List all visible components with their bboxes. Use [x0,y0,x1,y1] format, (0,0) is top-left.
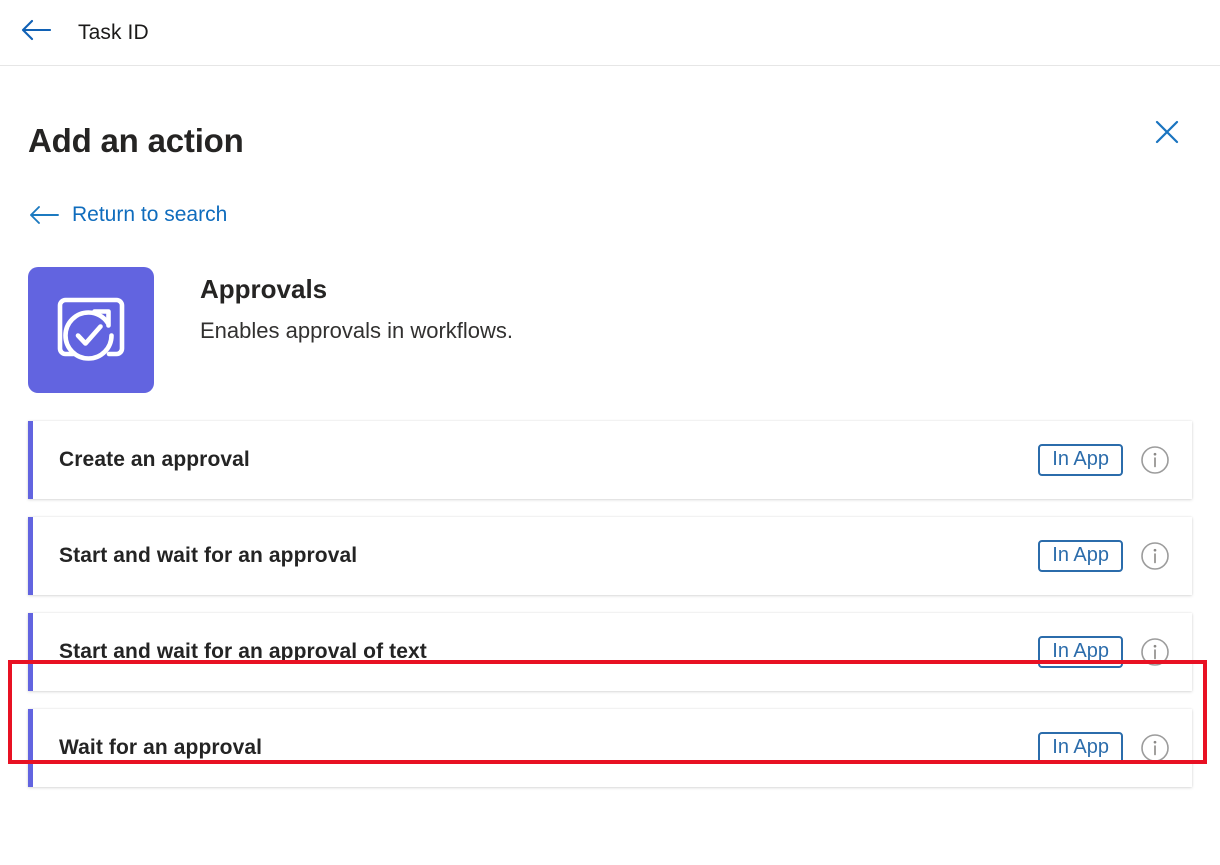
info-circle-icon[interactable] [1140,637,1170,667]
info-circle-icon[interactable] [1140,733,1170,763]
close-icon [1154,119,1180,150]
row-accent-bar [28,421,33,499]
info-circle-icon[interactable] [1140,541,1170,571]
back-button[interactable] [14,11,58,55]
action-row-meta: In App [1038,636,1192,668]
return-to-search-link[interactable]: Return to search [28,203,227,227]
status-badge: In App [1038,444,1123,476]
connector-name: Approvals [200,274,328,304]
close-button[interactable] [1147,114,1187,154]
action-row[interactable]: Wait for an approval In App [28,709,1192,787]
action-list: Create an approval In App Start and wait… [28,421,1192,787]
action-label: Wait for an approval [59,736,263,759]
connector-description: Enables approvals in workflows. [200,317,514,343]
panel-header: Add an action [28,66,1192,157]
connector-icon-tile [28,267,154,393]
action-row[interactable]: Create an approval In App [28,421,1192,499]
connector-text: Approvals Enables approvals in workflows… [200,267,513,344]
return-to-search-label: Return to search [72,203,228,226]
arrow-left-icon [21,19,52,46]
action-row-meta: In App [1038,540,1192,572]
action-row[interactable]: Start and wait for an approval In App [28,517,1192,595]
action-label: Create an approval [59,448,250,471]
top-bar: Task ID [0,0,1220,66]
status-badge: In App [1038,636,1123,668]
info-circle-icon[interactable] [1140,445,1170,475]
row-accent-bar [28,709,33,787]
action-row-highlighted[interactable]: Start and wait for an approval of text I… [28,613,1192,691]
approvals-icon [49,290,133,371]
page-title: Add an action [28,122,244,159]
action-row-meta: In App [1038,444,1192,476]
add-action-panel: Add an action Return to search Approvals… [0,66,1220,865]
action-row-meta: In App [1038,732,1192,764]
action-label: Start and wait for an approval of text [59,640,427,663]
arrow-left-icon [28,203,60,227]
action-label: Start and wait for an approval [59,544,358,567]
top-bar-title: Task ID [78,20,149,44]
connector-header: Approvals Enables approvals in workflows… [28,267,1192,393]
status-badge: In App [1038,732,1123,764]
row-accent-bar [28,517,33,595]
status-badge: In App [1038,540,1123,572]
row-accent-bar [28,613,33,691]
